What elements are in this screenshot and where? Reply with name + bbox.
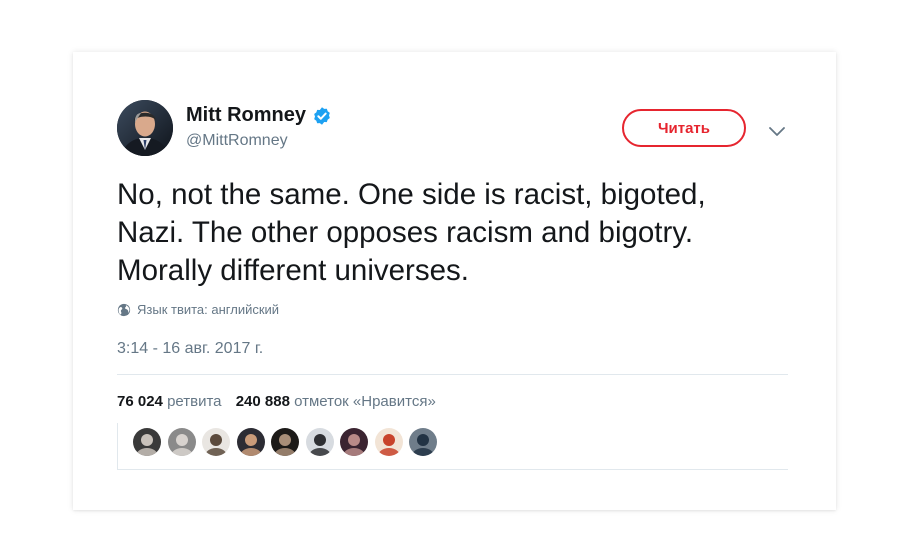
liker-avatar[interactable] bbox=[340, 428, 368, 456]
author-name-row[interactable]: Mitt Romney bbox=[186, 104, 332, 127]
retweets-stat[interactable]: 76 024 ретвита bbox=[117, 393, 222, 410]
likes-label: отметок «Нравится» bbox=[294, 393, 436, 410]
liker-avatar[interactable] bbox=[305, 428, 334, 456]
tweet-text: No, not the same. One side is racist, bi… bbox=[117, 178, 706, 287]
retweets-count: 76 024 bbox=[117, 393, 163, 410]
liker-avatar[interactable] bbox=[374, 428, 403, 456]
tweet-card: Mitt Romney @MittRomney Читать No, not t… bbox=[73, 52, 836, 510]
tweet-language: Язык твита: английский bbox=[117, 302, 279, 317]
follow-button[interactable]: Читать bbox=[622, 109, 746, 147]
liker-avatars bbox=[117, 423, 788, 470]
globe-icon bbox=[117, 303, 131, 316]
liker-avatar[interactable] bbox=[133, 428, 161, 456]
author-avatar[interactable] bbox=[117, 100, 173, 156]
author-name[interactable]: Mitt Romney bbox=[186, 104, 306, 127]
tweet-language-label[interactable]: Язык твита: английский bbox=[137, 302, 279, 317]
liker-avatar[interactable] bbox=[409, 428, 437, 456]
likes-stat[interactable]: 240 888 отметок «Нравится» bbox=[236, 393, 436, 410]
liker-avatar[interactable] bbox=[202, 428, 230, 456]
likes-count: 240 888 bbox=[235, 393, 290, 410]
liker-avatar[interactable] bbox=[236, 428, 265, 456]
tweet-stats: 76 024 ретвита 240 888 отметок «Нравится… bbox=[117, 393, 436, 410]
retweets-label: ретвита bbox=[167, 393, 222, 410]
author-handle[interactable]: @MittRomney bbox=[186, 132, 288, 150]
divider bbox=[117, 374, 788, 375]
chevron-down-icon[interactable] bbox=[765, 119, 789, 143]
tweet-timestamp[interactable]: 3:14 - 16 авг. 2017 г. bbox=[117, 340, 263, 358]
verified-badge-icon bbox=[314, 106, 330, 125]
liker-divider bbox=[117, 423, 118, 469]
liker-avatar[interactable] bbox=[167, 428, 196, 456]
author-avatar-image bbox=[117, 100, 173, 156]
liker-avatar[interactable] bbox=[271, 428, 299, 456]
